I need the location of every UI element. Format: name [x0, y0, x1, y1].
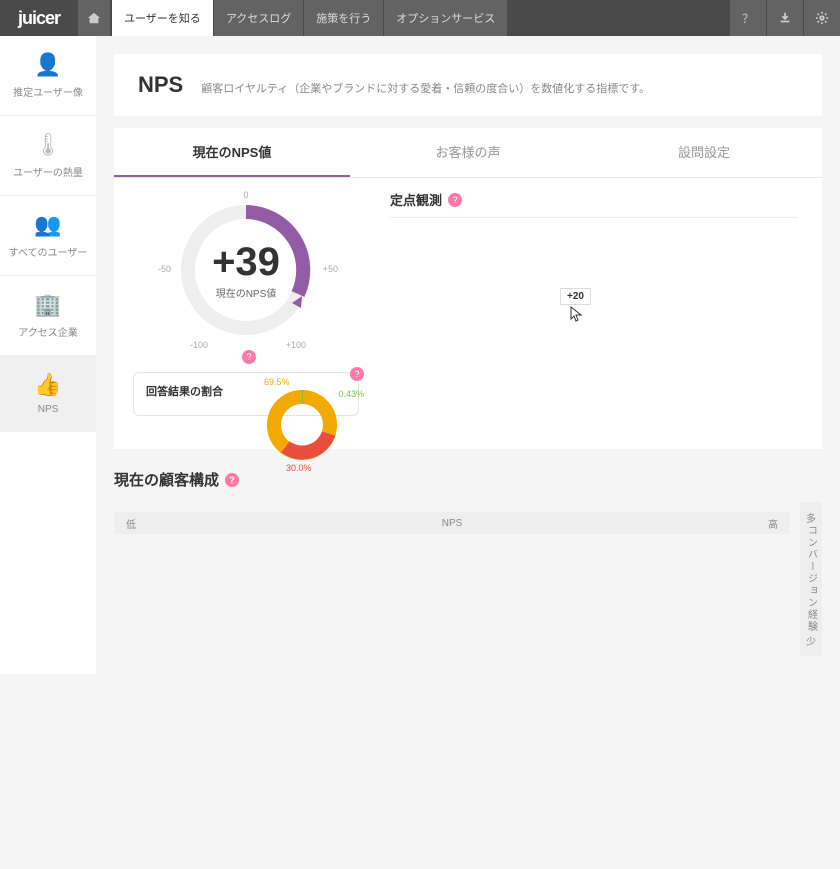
- donut-label: 69.5%: [264, 377, 290, 387]
- topnav-item[interactable]: オプションサービス: [384, 0, 507, 36]
- settings-button[interactable]: [804, 0, 840, 36]
- page-title: NPS: [138, 72, 183, 98]
- sidebar: 👤 推定ユーザー像 🌡 ユーザーの熱量 👥 すべてのユーザー 🏢 アクセス企業 👍 NPS: [0, 36, 96, 674]
- cursor-icon: [568, 306, 584, 322]
- sidebar-icon: 👤: [4, 52, 92, 78]
- nps-gauge: +39 現在のNPS値 0 -50 +50 -100 +100: [166, 190, 326, 350]
- sidebar-item[interactable]: 👍 NPS: [0, 356, 96, 432]
- download-button[interactable]: [767, 0, 803, 36]
- gauge-label: 現在のNPS値: [212, 285, 280, 300]
- gauge-tick: 0: [243, 190, 248, 200]
- v-axis: 多 コンバージョン経験 少: [800, 502, 822, 656]
- sidebar-icon: 🌡: [4, 132, 92, 158]
- chart-title: 定点観測: [390, 190, 442, 209]
- help-icon[interactable]: ?: [225, 473, 239, 487]
- gear-icon: [815, 11, 829, 25]
- help-icon[interactable]: ?: [242, 350, 256, 364]
- help-icon[interactable]: ?: [448, 193, 462, 207]
- sidebar-icon: 👥: [4, 212, 92, 238]
- h-axis: 低 NPS 高: [114, 512, 790, 534]
- page-header: NPS 顧客ロイヤルティ（企業やブランドに対する愛着・信頼の度合い）を数値化する…: [114, 54, 822, 116]
- tab[interactable]: 設問設定: [586, 128, 822, 177]
- sidebar-item[interactable]: 🏢 アクセス企業: [0, 276, 96, 356]
- gauge-tick: -100: [190, 340, 208, 350]
- result-breakdown: 回答結果の割合 69.5% 0.43% 30.0%: [133, 372, 359, 416]
- sidebar-item[interactable]: 👤 推定ユーザー像: [0, 36, 96, 116]
- home-icon: [87, 11, 101, 25]
- help-icon[interactable]: ?: [350, 367, 364, 381]
- donut-chart: [258, 381, 346, 469]
- top-nav: ユーザーを知るアクセスログ施策を行うオプションサービス: [112, 0, 508, 36]
- help-button[interactable]: ？: [730, 0, 766, 36]
- tab[interactable]: お客様の声: [350, 128, 586, 177]
- sidebar-label: アクセス企業: [4, 324, 92, 339]
- gauge-tick: -50: [158, 264, 171, 274]
- sidebar-label: すべてのユーザー: [4, 244, 92, 259]
- gauge-tick: +100: [286, 340, 306, 350]
- topnav-item[interactable]: ユーザーを知る: [112, 0, 213, 36]
- topnav-item[interactable]: 施策を行う: [304, 0, 383, 36]
- sidebar-label: 推定ユーザー像: [4, 84, 92, 99]
- brand-logo: juicer: [0, 0, 78, 36]
- page-description: 顧客ロイヤルティ（企業やブランドに対する愛着・信頼の度合い）を数値化する指標です…: [201, 80, 650, 96]
- help-icon: ？: [742, 10, 754, 27]
- topbar: juicer ユーザーを知るアクセスログ施策を行うオプションサービス ？: [0, 0, 840, 36]
- composition-title: 現在の顧客構成?: [114, 469, 822, 490]
- sidebar-icon: 👍: [4, 372, 92, 398]
- download-icon: [778, 11, 792, 25]
- sidebar-item[interactable]: 👥 すべてのユーザー: [0, 196, 96, 276]
- chart-tooltip: +20: [560, 288, 591, 305]
- tab[interactable]: 現在のNPS値: [114, 128, 350, 177]
- sidebar-icon: 🏢: [4, 292, 92, 318]
- line-chart: +20: [390, 217, 798, 437]
- sidebar-item[interactable]: 🌡 ユーザーの熱量: [0, 116, 96, 196]
- gauge-tick: +50: [323, 264, 338, 274]
- topnav-item[interactable]: アクセスログ: [214, 0, 303, 36]
- home-button[interactable]: [78, 0, 110, 36]
- sidebar-label: NPS: [4, 404, 92, 415]
- gauge-value: +39: [212, 240, 280, 285]
- donut-label: 30.0%: [286, 463, 312, 473]
- panel-tabs: 現在のNPS値お客様の声設問設定: [114, 128, 822, 178]
- donut-label: 0.43%: [338, 389, 364, 399]
- sidebar-label: ユーザーの熱量: [4, 164, 92, 179]
